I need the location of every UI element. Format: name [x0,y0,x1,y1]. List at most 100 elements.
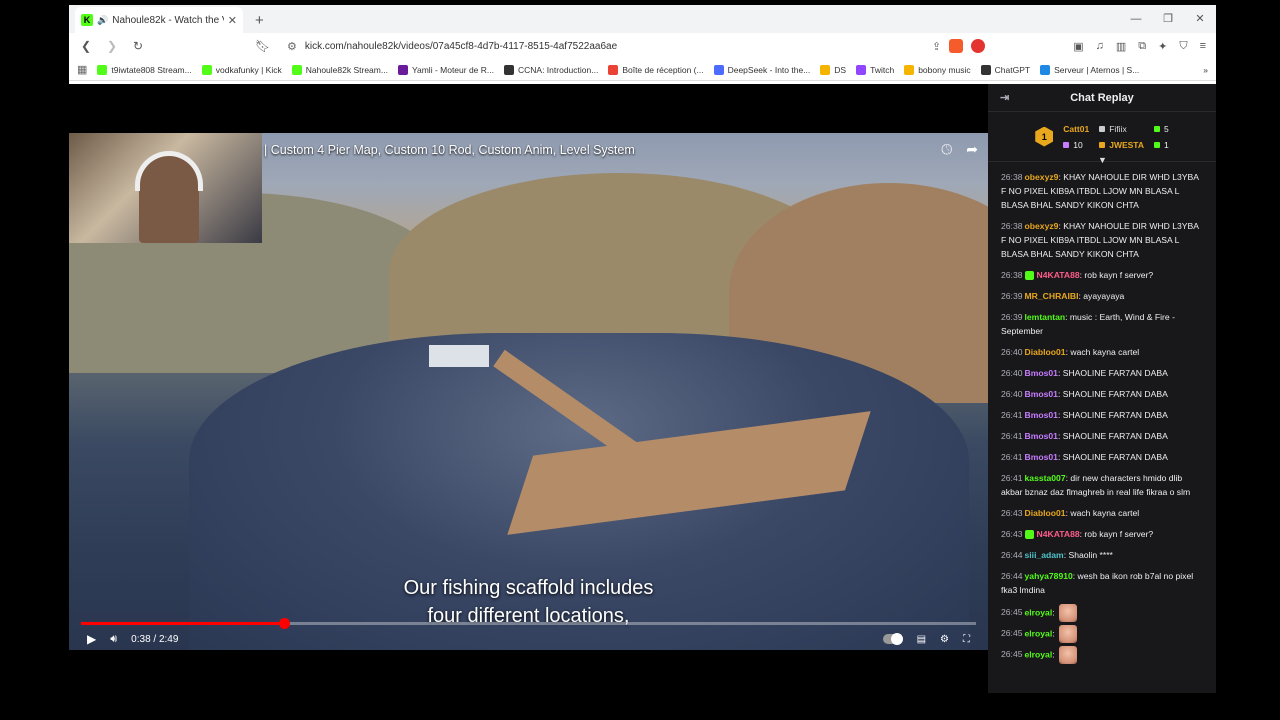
close-window-icon[interactable]: ✕ [1184,5,1216,33]
message-username[interactable]: N4KATA88 [1037,529,1080,539]
bookmark-item[interactable]: Serveur | Aternos | S... [1040,64,1139,75]
message-timestamp: 26:38 [1001,221,1023,231]
autoplay-toggle[interactable] [882,633,903,645]
bookmark-item[interactable]: Yamli - Moteur de R... [397,64,494,75]
progress-bar[interactable] [81,618,976,629]
play-icon[interactable]: ▶ [87,632,96,646]
menu-icon[interactable]: ≡ [1200,40,1206,52]
collapse-chat-icon[interactable]: ⇥ [1000,91,1009,104]
message-timestamp: 26:40 [1001,389,1023,399]
site-info-icon[interactable]: ⚙︎ [287,40,297,53]
message-username[interactable]: Bmos01 [1025,410,1058,420]
share-icon[interactable]: ⇪ [932,40,941,53]
fullscreen-icon[interactable]: ⛶ [963,634,970,645]
bookmark-favicon-icon [980,64,991,75]
tab-manager-icon[interactable]: ⧉ [1138,40,1146,53]
address-bar[interactable]: ⚙︎ kick.com/nahoule82k/videos/07a45cf8-4… [281,35,991,57]
bookmark-item[interactable]: DS [820,64,847,75]
chat-message: 26:40 Bmos01: SHAOLINE FAR7AN DABA [1001,387,1204,401]
bookmark-favicon-icon [608,64,619,75]
vpn-icon[interactable]: ⛉ [1179,40,1187,53]
more-bookmarks-icon[interactable]: » [1203,65,1208,75]
media-icon[interactable]: ♫ [1096,40,1104,52]
message-text: : rob kayn f server? [1079,270,1154,280]
bookmark-item[interactable]: Boîte de réception (... [608,64,704,75]
pier-house [429,345,489,367]
chat-message: 26:38 obexyz9: KHAY NAHOULE DIR WHD L3YBA… [1001,219,1204,261]
bookmark-item[interactable]: t9iwtate808 Stream... [97,64,192,75]
headset [135,151,203,191]
face-emote-icon [1058,604,1077,622]
chat-message: 26:41 Bmos01: SHAOLINE FAR7AN DABA [1001,408,1204,422]
caption-line-2: four different locations, [427,605,630,627]
message-username[interactable]: elroyal [1025,607,1053,617]
message-username[interactable]: Diabloo01 [1025,347,1066,357]
message-timestamp: 26:44 [1001,571,1023,581]
bookmark-item[interactable]: DeepSeek - Into the... [713,64,811,75]
bookmark-item[interactable]: CCNA: Introduction... [504,64,598,75]
back-icon[interactable]: ❮ [79,39,93,53]
chat-message: 26:43 N4KATA88: rob kayn f server? [1001,527,1204,541]
bookmark-item[interactable]: Nahoule82k Stream... [291,64,388,75]
watch-later-icon[interactable]: 🕓︎ [941,141,952,158]
restore-icon[interactable]: ❐ [1152,5,1184,33]
subtitles-icon[interactable]: ▤ [917,634,926,645]
leader-third-name[interactable]: JWESTA [1109,140,1144,150]
brave-shield-icon[interactable] [949,39,964,53]
message-username[interactable]: N4KATA88 [1037,270,1080,280]
settings-icon[interactable]: ⚙ [940,634,949,645]
message-username[interactable]: Bmos01 [1025,368,1058,378]
face-emote-icon [1058,625,1077,643]
close-tab-icon[interactable]: ✕ [228,14,237,27]
message-username[interactable]: MR_CHRAIBI [1025,291,1079,301]
url-text[interactable]: kick.com/nahoule82k/videos/07a45cf8-4d7b… [305,41,924,52]
new-tab-button[interactable]: + [255,12,264,29]
message-username[interactable]: obexyz9 [1025,172,1059,182]
leader-second-name[interactable]: Fifiix [1109,124,1126,134]
bookmark-favicon-icon [291,64,302,75]
forward-icon[interactable]: ❯ [105,39,119,53]
bookmark-label: DS [834,64,847,75]
message-username[interactable]: Bmos01 [1025,431,1058,441]
chat-panel: ⇥ Chat Replay 1 Catt01 10 Fifiix JWESTA … [988,84,1216,693]
chat-message: 26:38 obexyz9: KHAY NAHOULE DIR WHD L3YBA… [1001,170,1204,212]
message-username[interactable]: elroyal [1025,649,1053,659]
message-username[interactable]: yahya78910 [1025,571,1073,581]
bookmark-favicon-icon [820,64,831,75]
share-video-icon[interactable]: ➦ [966,141,978,158]
bookmark-item[interactable]: ChatGPT [980,64,1030,75]
brave-rewards-icon[interactable] [971,39,986,53]
bookmark-label: DeepSeek - Into the... [727,64,811,75]
bookmark-item[interactable]: bobony music [904,64,971,75]
reload-icon[interactable]: ↻ [131,39,145,53]
bookmark-item[interactable]: Twitch [856,64,894,75]
message-username[interactable]: Bmos01 [1025,452,1058,462]
expand-leaderboard-icon[interactable]: ▼ [1098,155,1107,165]
message-username[interactable]: elroyal [1025,628,1053,638]
extensions-icon[interactable]: ✦ [1158,40,1167,53]
apps-grid-icon[interactable]: ▦ [77,63,87,76]
video-player[interactable]: | Custom 4 Pier Map, Custom 10 Rod, Cust… [69,133,988,650]
message-username[interactable]: obexyz9 [1025,221,1059,231]
bookmark-icon[interactable]: 🔖︎ [255,39,270,53]
bookmark-favicon-icon [504,64,514,75]
leader-first-name[interactable]: Catt01 [1063,124,1089,134]
message-username[interactable]: kassta007 [1025,473,1066,483]
message-username[interactable]: siii_adam [1025,550,1064,560]
subscriber-badge-icon [1024,271,1034,281]
message-timestamp: 26:38 [1001,270,1023,280]
message-username[interactable]: Diabloo01 [1025,508,1066,518]
chat-message: 26:45 elroyal: [1001,646,1204,664]
minimize-icon[interactable]: — [1120,5,1152,33]
webcam-overlay [69,133,262,243]
message-username[interactable]: lemtantan [1025,312,1066,322]
sidebar-icon[interactable]: ▥ [1116,40,1126,53]
wallet-icon[interactable]: ▣ [1073,40,1083,53]
message-username[interactable]: Bmos01 [1025,389,1058,399]
message-text: : ayayayaya [1078,291,1125,301]
bookmark-item[interactable]: vodkafunky | Kick [201,64,282,75]
volume-icon[interactable]: 🔊︎ [110,633,117,646]
message-timestamp: 26:41 [1001,410,1023,420]
bookmark-favicon-icon [201,64,212,75]
tab-active[interactable]: K 🔊 Nahoule82k - Watch the VOD ✕ [75,7,243,33]
